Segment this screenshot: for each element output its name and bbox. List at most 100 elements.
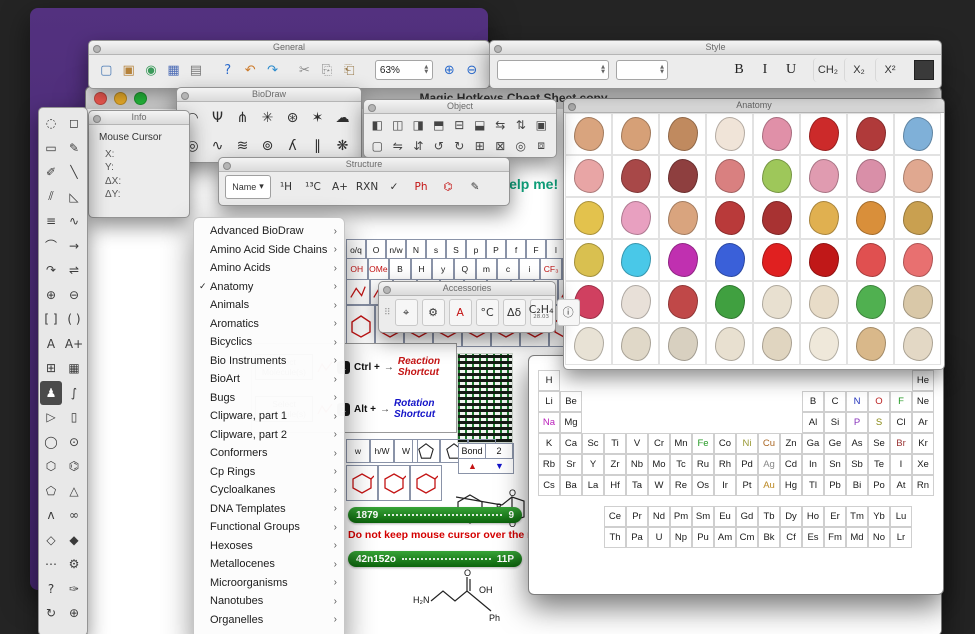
structure-icon[interactable]: A+ <box>328 175 352 199</box>
tool-icon[interactable]: ◺ <box>63 185 85 210</box>
font-select[interactable]: ▲▼ <box>497 60 609 80</box>
close-button[interactable] <box>568 103 576 111</box>
toolbar-icon[interactable] <box>285 58 292 82</box>
menu-item[interactable]: Advanced BioDraw › <box>194 222 344 241</box>
element-cell[interactable]: Cl <box>890 412 912 433</box>
tool-icon[interactable]: ◇ <box>40 528 62 553</box>
close-button[interactable] <box>223 162 231 170</box>
anatomy-item[interactable] <box>659 113 706 155</box>
biodraw-title-bar[interactable]: BioDraw <box>177 88 361 102</box>
element-cell[interactable]: Na <box>538 412 560 433</box>
element-cell[interactable]: P <box>846 412 868 433</box>
structure-icon[interactable]: RXN <box>355 175 379 199</box>
biodraw-icon[interactable]: ∿ <box>205 132 230 160</box>
biodraw-icon[interactable]: ⋔ <box>230 104 255 132</box>
accessory-icon[interactable]: Δδ <box>503 299 526 326</box>
element-cell[interactable]: In <box>802 454 824 475</box>
element-cell[interactable]: Ga <box>802 433 824 454</box>
element-cell[interactable]: K <box>538 433 560 454</box>
close-button[interactable] <box>93 45 101 53</box>
structure-icon[interactable]: ✓ <box>382 175 406 199</box>
element-cell[interactable]: Mg <box>560 412 582 433</box>
close-button[interactable] <box>93 115 101 123</box>
menu-item[interactable]: BioArt › <box>194 370 344 389</box>
anatomy-item[interactable] <box>706 113 753 155</box>
element-cell[interactable]: C <box>824 391 846 412</box>
toolbar-icon[interactable]: ? <box>218 58 238 82</box>
tool-icon[interactable]: ? <box>40 577 62 602</box>
tool-icon[interactable]: ◌ <box>40 111 62 136</box>
object-icon[interactable]: ↻ <box>449 136 470 157</box>
toolbar-icon[interactable] <box>361 58 368 82</box>
anatomy-item[interactable] <box>894 323 941 365</box>
accessory-icon[interactable]: ⚙ <box>422 299 445 326</box>
tool-icon[interactable]: ↷ <box>40 258 62 283</box>
accessory-icon[interactable]: C₂H₄ 28.03 <box>530 299 553 326</box>
anatomy-item[interactable] <box>565 239 612 281</box>
close-button[interactable] <box>94 92 107 105</box>
biodraw-icon[interactable]: ∥ <box>305 132 330 160</box>
anatomy-item[interactable] <box>894 113 941 155</box>
object-icon[interactable]: ⊠ <box>490 136 511 157</box>
anatomy-item[interactable] <box>565 113 612 155</box>
structure-icon[interactable]: ✎ <box>463 175 487 199</box>
color-well[interactable] <box>914 60 934 80</box>
element-cell[interactable]: Ne <box>912 391 934 412</box>
element-cell[interactable]: Al <box>802 412 824 433</box>
element-cell[interactable]: Eu <box>714 506 736 527</box>
zoom-button[interactable] <box>134 92 147 105</box>
tool-icon[interactable]: ⫽ <box>40 185 62 210</box>
anatomy-item[interactable] <box>612 323 659 365</box>
drag-handle-icon[interactable]: ⠿ <box>384 308 391 318</box>
anatomy-item[interactable] <box>894 197 941 239</box>
tool-icon[interactable]: ∿ <box>63 209 85 234</box>
element-cell[interactable]: As <box>846 433 868 454</box>
tool-icon[interactable]: ♟ <box>40 381 62 406</box>
bond-down-arrow[interactable]: ▼ <box>495 461 504 471</box>
anatomy-item[interactable] <box>753 281 800 323</box>
structure-icon[interactable]: ¹³C <box>301 175 325 199</box>
anatomy-item[interactable] <box>659 239 706 281</box>
object-icon[interactable]: ⧈ <box>531 136 552 157</box>
close-button[interactable] <box>368 104 376 112</box>
tool-icon[interactable]: △ <box>63 479 85 504</box>
toolbar-icon[interactable] <box>208 58 215 82</box>
tool-icon[interactable]: A+ <box>63 332 85 357</box>
style-button[interactable]: I <box>753 58 777 82</box>
accessories-title-bar[interactable]: Accessories <box>379 282 555 296</box>
anatomy-item[interactable] <box>847 239 894 281</box>
close-button[interactable] <box>494 45 502 53</box>
tool-icon[interactable]: ▭ <box>40 136 62 161</box>
element-cell[interactable]: Rb <box>538 454 560 475</box>
element-cell[interactable]: Os <box>692 475 714 496</box>
element-cell[interactable]: Pu <box>692 527 714 548</box>
menu-item[interactable]: Bio Instruments › <box>194 352 344 371</box>
biodraw-icon[interactable]: ≋ <box>230 132 255 160</box>
tool-icon[interactable]: ⬡ <box>40 454 62 479</box>
toolbar-icon[interactable]: ⎗ <box>339 58 359 82</box>
formula-button[interactable]: X₂ <box>844 58 873 82</box>
tool-icon[interactable]: ( ) <box>63 307 85 332</box>
toolbar-icon[interactable]: ▦ <box>163 58 183 82</box>
anatomy-item[interactable] <box>800 113 847 155</box>
anatomy-item[interactable] <box>800 323 847 365</box>
structure-title-bar[interactable]: Structure <box>219 158 509 172</box>
element-cell[interactable]: I <box>890 454 912 475</box>
menu-item[interactable]: Microorganisms › <box>194 574 344 593</box>
element-cell[interactable]: Ge <box>824 433 846 454</box>
element-cell[interactable]: Ag <box>758 454 780 475</box>
menu-item[interactable]: Organelles › <box>194 611 344 630</box>
element-cell[interactable]: At <box>890 475 912 496</box>
tool-icon[interactable]: ◻ <box>63 111 85 136</box>
element-cell[interactable]: Sm <box>692 506 714 527</box>
element-cell[interactable]: Pr <box>626 506 648 527</box>
object-icon[interactable]: ⬒ <box>429 115 450 136</box>
element-cell[interactable]: Be <box>560 391 582 412</box>
anatomy-item[interactable] <box>800 155 847 197</box>
anatomy-item[interactable] <box>612 281 659 323</box>
element-cell[interactable]: B <box>802 391 824 412</box>
biodraw-icon[interactable]: ✶ <box>305 104 330 132</box>
anatomy-item[interactable] <box>847 113 894 155</box>
menu-item[interactable]: Hexoses › <box>194 537 344 556</box>
element-cell[interactable]: Bi <box>846 475 868 496</box>
